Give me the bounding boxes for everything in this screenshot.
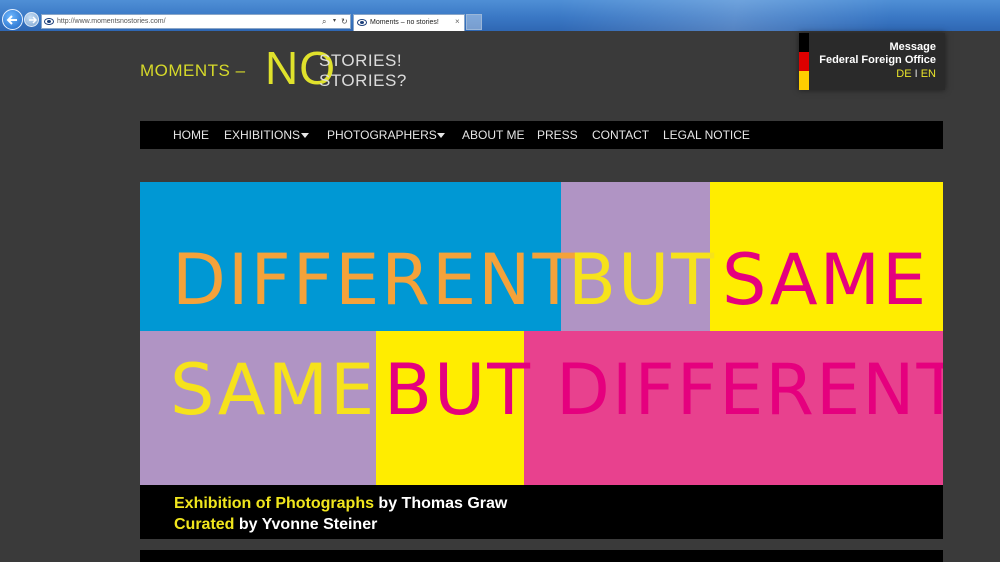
main-nav: HOME EXHIBITIONS PHOTOGRAPHERS ABOUT ME … <box>140 121 943 149</box>
caption-exhibition: Exhibition of Photographs <box>174 495 374 512</box>
banner-word-but: BUT <box>568 239 717 321</box>
nav-home[interactable]: HOME <box>173 128 209 142</box>
browser-chrome: http://www.momentsnostories.com/ ⌕ ▾ ↻ M… <box>0 0 1000 31</box>
lang-de-link[interactable]: DE <box>896 68 911 80</box>
logo-stories-line1: STORIES! <box>319 51 403 70</box>
logo-moments: MOMENTS – <box>140 61 246 80</box>
caption-curated: Curated <box>174 516 235 533</box>
chevron-down-icon[interactable] <box>437 133 445 138</box>
caption-line-2: Curated by Yvonne Steiner <box>174 516 377 534</box>
address-url[interactable]: http://www.momentsnostories.com/ <box>57 16 166 27</box>
search-icon[interactable]: ⌕ <box>322 16 326 27</box>
banner-word-same-2: SAME <box>170 349 377 431</box>
chevron-down-icon[interactable]: ▾ <box>333 16 336 27</box>
nav-about-me[interactable]: ABOUT ME <box>462 128 524 142</box>
language-switch: DE I EN <box>896 68 936 80</box>
badge-message: Message <box>889 41 936 53</box>
caption-curator: by Yvonne Steiner <box>234 516 378 533</box>
arrow-left-icon <box>6 15 17 25</box>
banner-word-but-2: BUT <box>384 349 533 431</box>
banner-word-different-2: DIFFERENT <box>556 349 943 431</box>
flag-stripe-red <box>799 52 809 71</box>
chrome-shine <box>560 0 1000 31</box>
caption-line-1: Exhibition of Photographs by Thomas Graw <box>174 495 507 513</box>
refresh-icon[interactable]: ↻ <box>341 16 348 27</box>
nav-contact[interactable]: CONTACT <box>592 128 649 142</box>
nav-photographers[interactable]: PHOTOGRAPHERS <box>327 128 437 142</box>
flag-stripe-black <box>799 33 809 52</box>
site-favicon-icon <box>44 18 54 25</box>
lang-en-link[interactable]: EN <box>921 68 936 80</box>
nav-legal-notice[interactable]: LEGAL NOTICE <box>663 128 750 142</box>
flag-stripe-gold <box>799 71 809 90</box>
logo-stories-line2: STORIES? <box>319 71 407 90</box>
back-button[interactable] <box>2 9 23 30</box>
banner-caption: Exhibition of Photographs by Thomas Graw… <box>140 485 943 539</box>
caption-photographer: by Thomas Graw <box>373 495 508 512</box>
banner-word-different: DIFFERENT <box>172 239 578 321</box>
german-flag-icon <box>799 33 809 90</box>
tab-title: Moments – no stories! <box>370 19 439 26</box>
nav-exhibitions[interactable]: EXHIBITIONS <box>224 128 300 142</box>
hero-banner[interactable]: DIFFERENT BUT SAME SAME BUT DIFFERENT Ex… <box>140 182 943 539</box>
chevron-down-icon[interactable] <box>301 133 309 138</box>
lang-separator: I <box>914 68 918 80</box>
close-icon[interactable]: × <box>455 17 460 27</box>
banner-word-same: SAME <box>722 239 929 321</box>
arrow-right-icon <box>29 16 38 24</box>
forward-button[interactable] <box>24 12 39 27</box>
site-logo[interactable]: MOMENTS – NO STORIES! STORIES? <box>140 43 440 96</box>
foreign-office-badge[interactable]: Message Federal Foreign Office DE I EN <box>799 33 945 90</box>
tab-favicon-icon <box>357 19 367 26</box>
new-tab-button[interactable] <box>466 14 482 30</box>
nav-press[interactable]: PRESS <box>537 128 578 142</box>
browser-tab-active[interactable]: Moments – no stories! × <box>353 14 465 31</box>
badge-federal-foreign-office: Federal Foreign Office <box>819 54 936 66</box>
content-bar <box>140 550 943 562</box>
address-bar[interactable]: http://www.momentsnostories.com/ ⌕ ▾ ↻ <box>41 14 351 29</box>
